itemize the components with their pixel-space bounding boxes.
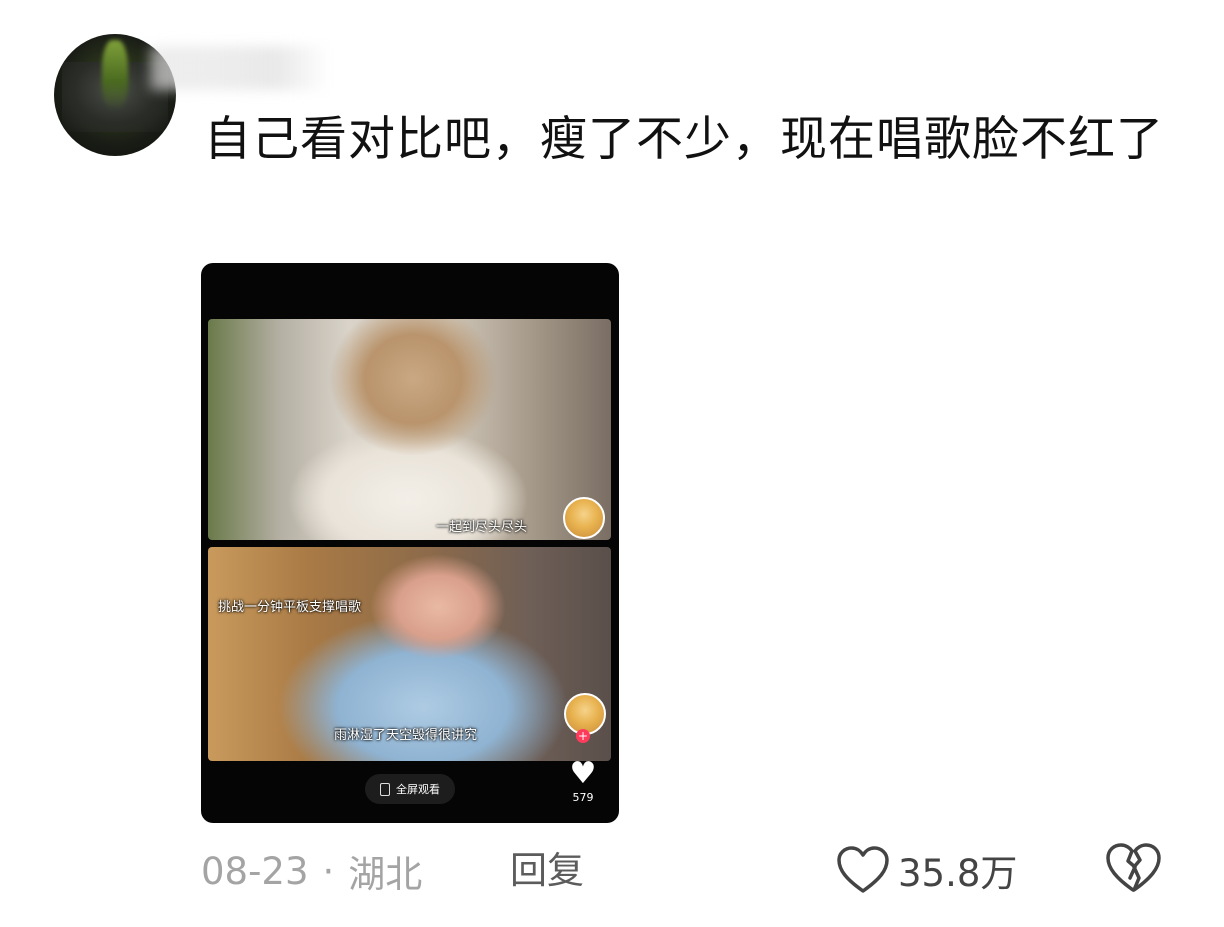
meta-separator: · [322, 849, 335, 893]
comment-date: 08-23 [201, 849, 309, 893]
comment-location: 湖北 [348, 853, 423, 896]
comment-text: 自己看对比吧，瘦了不少，现在唱歌脸不红了 [204, 112, 1164, 167]
follow-plus-icon: + [576, 729, 590, 743]
video-frame-top: 一起到尽头尽头 [208, 319, 611, 540]
avatar-glow-shape [102, 40, 128, 110]
comment-image[interactable]: 一起到尽头尽头 挑战一分钟平板支撑唱歌 雨淋湿了天空毁得很讲究 + 全屏观看 ♥… [201, 263, 619, 823]
video-caption-challenge: 挑战一分钟平板支撑唱歌 [218, 600, 362, 615]
video-frame-bottom: 挑战一分钟平板支撑唱歌 雨淋湿了天空毁得很讲究 + [208, 547, 611, 761]
comment-meta: 08-23 · 湖北 [201, 845, 422, 897]
video-like-count: 579 [572, 791, 594, 804]
heart-outline-icon [837, 846, 889, 893]
creator-avatar-top [563, 497, 605, 539]
fullscreen-button[interactable]: 全屏观看 [365, 774, 455, 804]
dislike-button[interactable] [1104, 840, 1162, 900]
username-blurred[interactable] [150, 46, 330, 90]
like-button[interactable]: 35.8万 [836, 840, 1017, 900]
broken-heart-icon [1106, 843, 1161, 892]
like-count: 35.8万 [898, 852, 1018, 895]
video-caption-lyric: 雨淋湿了天空毁得很讲究 [334, 728, 478, 743]
fullscreen-phone-icon [380, 782, 390, 796]
video-like: ♥ 579 [565, 756, 601, 805]
fullscreen-label: 全屏观看 [396, 783, 440, 796]
video-caption-top: 一起到尽头尽头 [436, 520, 528, 535]
reply-button[interactable]: 回复 [510, 845, 584, 897]
video-heart-icon: ♥ [569, 756, 597, 791]
